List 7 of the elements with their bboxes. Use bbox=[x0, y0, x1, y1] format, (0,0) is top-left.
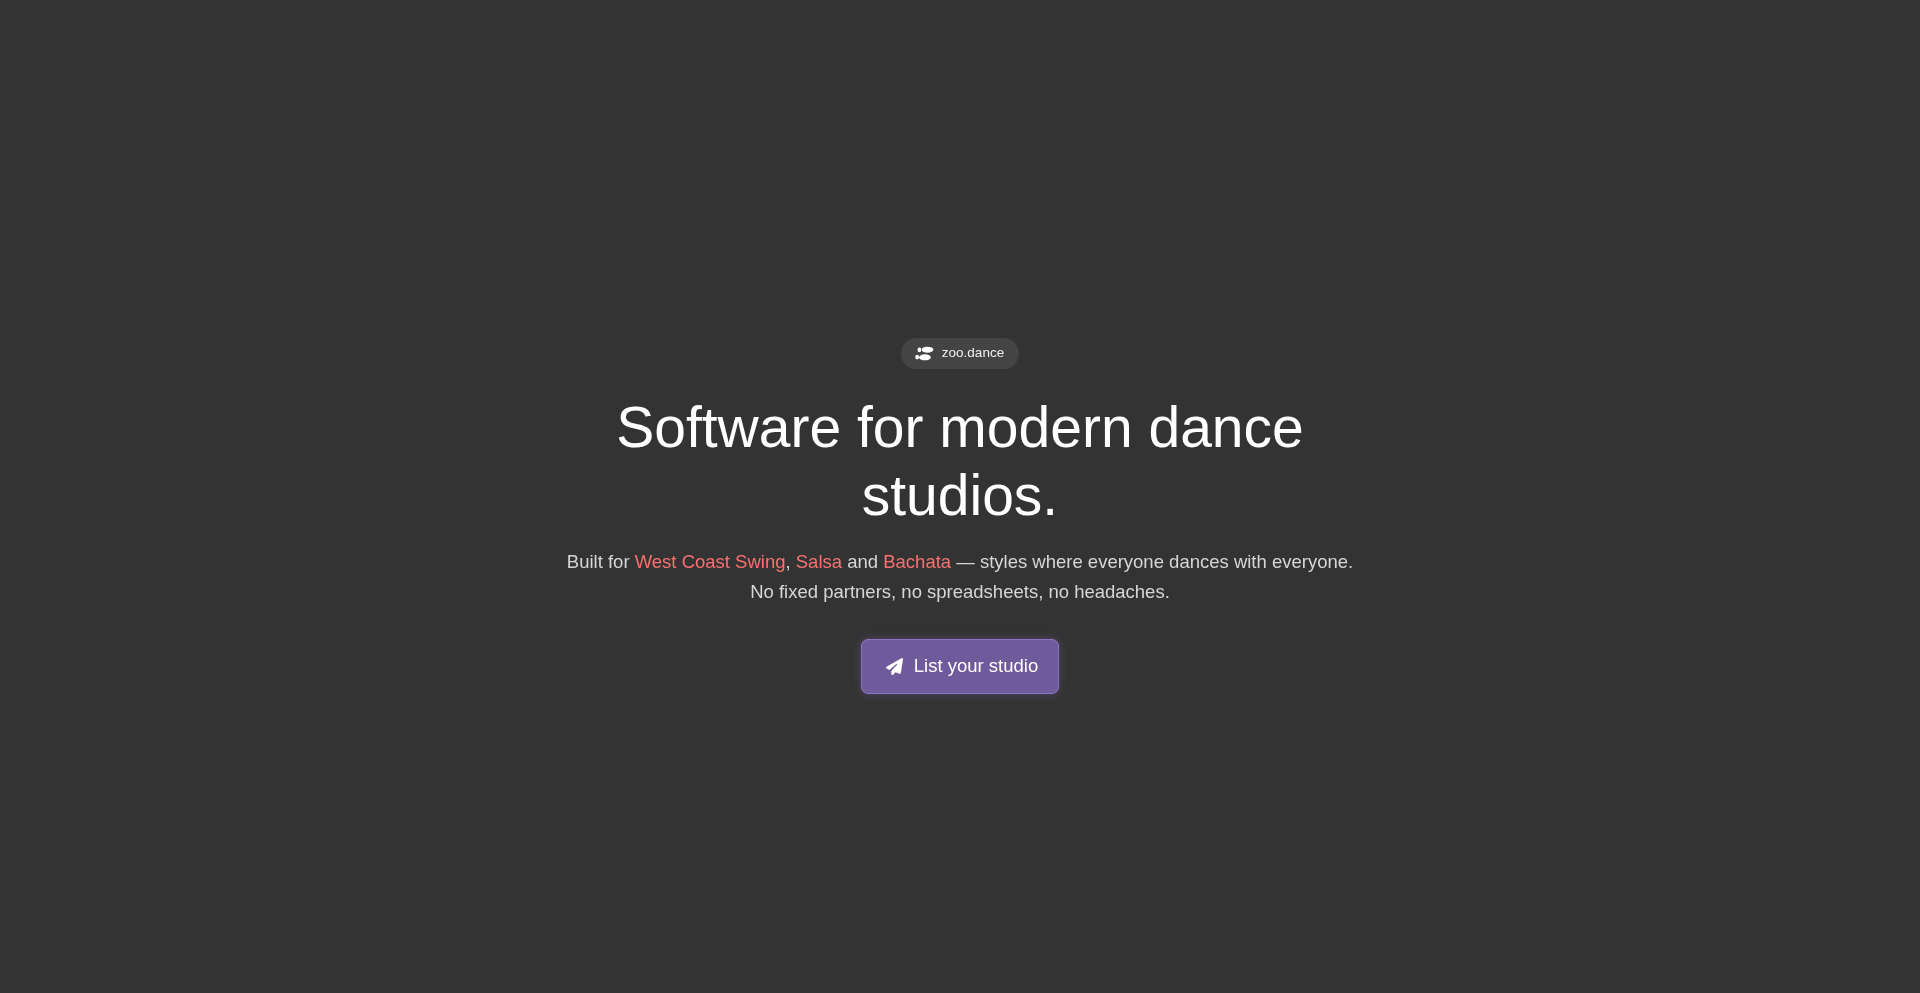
intro-text: Built for West Coast Swing, Salsa and Bachata — styles where everyone dances with everyone. bbox=[566, 549, 1354, 574]
paper-plane-icon bbox=[885, 657, 903, 675]
shoe-prints-icon bbox=[914, 345, 934, 361]
list-studio-button[interactable]: List your studio bbox=[860, 638, 1060, 694]
headline: Software for modern dance studios. bbox=[615, 393, 1305, 529]
intro-note: No fixed partners, no spreadsheets, no headaches. bbox=[750, 579, 1170, 604]
brand-name: zoo.dance bbox=[941, 345, 1005, 361]
